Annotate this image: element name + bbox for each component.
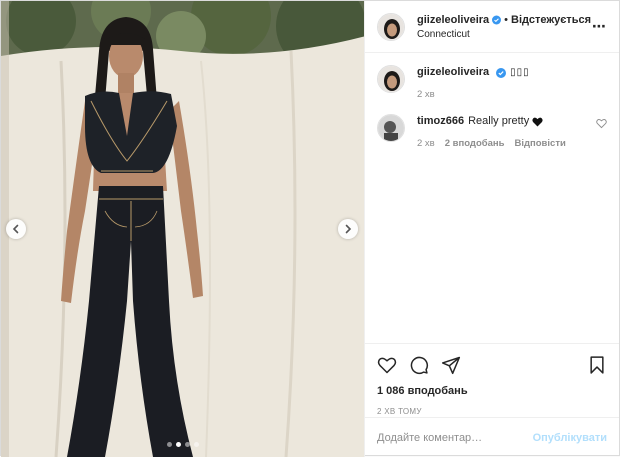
post-photo — [1, 1, 364, 457]
post-timestamp[interactable]: 2 ХВ ТОМУ — [377, 407, 607, 416]
instagram-post-modal: giizeleoliveira • Відстежується Connecti… — [0, 0, 620, 457]
post-actions: 1 086 вподобань 2 ХВ ТОМУ — [365, 343, 619, 416]
carousel-dot — [184, 442, 190, 447]
comment-like-icon[interactable] — [596, 118, 607, 129]
save-bookmark-icon[interactable] — [587, 355, 607, 375]
caption-avatar[interactable] — [377, 65, 405, 93]
dot-separator: • — [504, 13, 508, 26]
post-location[interactable]: Connecticut — [417, 29, 591, 40]
reply-button[interactable]: Відповісти — [514, 138, 565, 149]
post-side-panel: giizeleoliveira • Відстежується Connecti… — [364, 1, 619, 457]
more-options-button[interactable]: ⋯ — [591, 18, 607, 35]
comments-list: giizeleoliveira ▯▯▯ 2 хв timoz666 Really… — [365, 53, 619, 343]
verified-badge-icon — [496, 67, 507, 78]
black-heart-icon — [532, 117, 543, 127]
post-media[interactable] — [1, 1, 364, 457]
comment-item: timoz666 Really pretty 2 хв 2 вподобань … — [377, 114, 607, 149]
carousel-prev-button[interactable] — [6, 219, 26, 239]
comment-time[interactable]: 2 хв — [417, 138, 435, 149]
chevron-left-icon — [12, 224, 19, 234]
share-send-icon[interactable] — [441, 355, 461, 375]
commenter-avatar[interactable] — [377, 114, 405, 142]
avatar-image — [378, 115, 404, 141]
carousel-dot — [166, 442, 172, 447]
like-heart-icon[interactable] — [377, 355, 397, 375]
more-dots-icon: ⋯ — [592, 18, 606, 34]
following-button[interactable]: Відстежується — [511, 14, 591, 26]
author-username[interactable]: giizeleoliveira — [417, 14, 489, 26]
post-header: giizeleoliveira • Відстежується Connecti… — [365, 1, 619, 53]
caption-time[interactable]: 2 хв — [417, 89, 435, 100]
caption: giizeleoliveira ▯▯▯ 2 хв — [377, 65, 607, 100]
author-avatar[interactable] — [377, 12, 405, 41]
carousel-dot — [193, 442, 199, 447]
caption-text: ▯▯▯ — [510, 67, 530, 78]
likes-count[interactable]: 1 086 вподобань — [377, 385, 607, 397]
carousel-next-button[interactable] — [338, 219, 358, 239]
avatar-image — [378, 66, 404, 92]
comment-username[interactable]: timoz666 — [417, 114, 464, 129]
carousel-dot-active — [175, 442, 181, 447]
comment-text: Really pretty — [468, 115, 530, 127]
comment-bubble-icon[interactable] — [409, 355, 429, 375]
add-comment-bar: Опублікувати — [365, 417, 619, 457]
chevron-right-icon — [345, 224, 352, 234]
avatar-image — [378, 13, 404, 40]
comment-likes[interactable]: 2 вподобань — [445, 138, 505, 149]
verified-badge-icon — [492, 15, 502, 24]
caption-username[interactable]: giizeleoliveira — [417, 65, 489, 80]
comment-input[interactable] — [377, 431, 533, 444]
carousel-indicator — [1, 442, 364, 447]
publish-comment-button[interactable]: Опублікувати — [533, 432, 607, 444]
